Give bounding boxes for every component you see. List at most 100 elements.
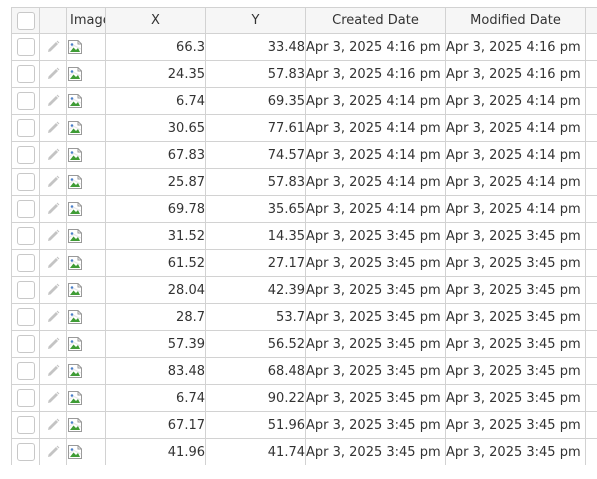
row-edit-cell[interactable] <box>39 195 67 223</box>
table-row[interactable]: 67.83 74.57 Apr 3, 2025 4:14 pm Apr 3, 2… <box>11 141 597 169</box>
pencil-icon[interactable] <box>45 363 61 379</box>
row-image-cell[interactable] <box>66 33 106 61</box>
pencil-icon[interactable] <box>45 336 61 352</box>
row-checkbox[interactable] <box>16 308 35 326</box>
table-row[interactable]: 30.65 77.61 Apr 3, 2025 4:14 pm Apr 3, 2… <box>11 114 597 142</box>
select-all-header[interactable] <box>11 7 40 34</box>
row-checkbox[interactable] <box>16 227 35 245</box>
row-select-cell[interactable] <box>11 60 40 88</box>
pencil-icon[interactable] <box>45 66 61 82</box>
table-row[interactable]: 25.87 57.83 Apr 3, 2025 4:14 pm Apr 3, 2… <box>11 168 597 196</box>
row-image-cell[interactable] <box>66 276 106 304</box>
column-header-y[interactable]: Y <box>205 7 306 34</box>
row-edit-cell[interactable] <box>39 303 67 331</box>
row-checkbox[interactable] <box>16 416 35 434</box>
pencil-icon[interactable] <box>45 282 61 298</box>
row-select-cell[interactable] <box>11 222 40 250</box>
row-edit-cell[interactable] <box>39 384 67 412</box>
table-row[interactable]: 28.7 53.7 Apr 3, 2025 3:45 pm Apr 3, 202… <box>11 303 597 331</box>
row-checkbox[interactable] <box>16 38 35 56</box>
column-header-x[interactable]: X <box>105 7 206 34</box>
row-select-cell[interactable] <box>11 141 40 169</box>
row-edit-cell[interactable] <box>39 438 67 465</box>
row-select-cell[interactable] <box>11 357 40 385</box>
row-image-cell[interactable] <box>66 141 106 169</box>
row-edit-cell[interactable] <box>39 330 67 358</box>
pencil-icon[interactable] <box>45 174 61 190</box>
row-edit-cell[interactable] <box>39 276 67 304</box>
row-edit-cell[interactable] <box>39 60 67 88</box>
row-checkbox[interactable] <box>16 65 35 83</box>
row-checkbox[interactable] <box>16 389 35 407</box>
pencil-icon[interactable] <box>45 390 61 406</box>
column-header-created-date[interactable]: Created Date <box>305 7 446 34</box>
row-select-cell[interactable] <box>11 330 40 358</box>
column-header-image[interactable]: Image <box>66 7 106 34</box>
row-select-cell[interactable] <box>11 411 40 439</box>
row-image-cell[interactable] <box>66 411 106 439</box>
row-image-cell[interactable] <box>66 303 106 331</box>
row-image-cell[interactable] <box>66 330 106 358</box>
pencil-icon[interactable] <box>45 255 61 271</box>
pencil-icon[interactable] <box>45 93 61 109</box>
table-row[interactable]: 61.52 27.17 Apr 3, 2025 3:45 pm Apr 3, 2… <box>11 249 597 277</box>
row-image-cell[interactable] <box>66 384 106 412</box>
row-select-cell[interactable] <box>11 276 40 304</box>
row-edit-cell[interactable] <box>39 168 67 196</box>
pencil-icon[interactable] <box>45 120 61 136</box>
select-all-checkbox[interactable] <box>16 11 35 30</box>
row-select-cell[interactable] <box>11 249 40 277</box>
table-row[interactable]: 24.35 57.83 Apr 3, 2025 4:16 pm Apr 3, 2… <box>11 60 597 88</box>
row-edit-cell[interactable] <box>39 141 67 169</box>
table-row[interactable]: 69.78 35.65 Apr 3, 2025 4:14 pm Apr 3, 2… <box>11 195 597 223</box>
table-row[interactable]: 57.39 56.52 Apr 3, 2025 3:45 pm Apr 3, 2… <box>11 330 597 358</box>
row-select-cell[interactable] <box>11 303 40 331</box>
pencil-icon[interactable] <box>45 417 61 433</box>
pencil-icon[interactable] <box>45 228 61 244</box>
row-image-cell[interactable] <box>66 438 106 465</box>
row-image-cell[interactable] <box>66 114 106 142</box>
pencil-icon[interactable] <box>45 309 61 325</box>
row-checkbox[interactable] <box>16 443 35 461</box>
row-checkbox[interactable] <box>16 281 35 299</box>
table-row[interactable]: 66.3 33.48 Apr 3, 2025 4:16 pm Apr 3, 20… <box>11 33 597 61</box>
row-image-cell[interactable] <box>66 357 106 385</box>
column-header-modified-date[interactable]: Modified Date <box>445 7 586 34</box>
row-select-cell[interactable] <box>11 33 40 61</box>
row-edit-cell[interactable] <box>39 114 67 142</box>
row-checkbox[interactable] <box>16 200 35 218</box>
row-edit-cell[interactable] <box>39 87 67 115</box>
row-image-cell[interactable] <box>66 195 106 223</box>
row-checkbox[interactable] <box>16 362 35 380</box>
row-select-cell[interactable] <box>11 384 40 412</box>
pencil-icon[interactable] <box>45 147 61 163</box>
table-row[interactable]: 6.74 69.35 Apr 3, 2025 4:14 pm Apr 3, 20… <box>11 87 597 115</box>
table-row[interactable]: 41.96 41.74 Apr 3, 2025 3:45 pm Apr 3, 2… <box>11 438 597 465</box>
pencil-icon[interactable] <box>45 201 61 217</box>
row-image-cell[interactable] <box>66 60 106 88</box>
row-checkbox[interactable] <box>16 119 35 137</box>
pencil-icon[interactable] <box>45 39 61 55</box>
row-checkbox[interactable] <box>16 92 35 110</box>
row-checkbox[interactable] <box>16 146 35 164</box>
table-row[interactable]: 28.04 42.39 Apr 3, 2025 3:45 pm Apr 3, 2… <box>11 276 597 304</box>
table-row[interactable]: 83.48 68.48 Apr 3, 2025 3:45 pm Apr 3, 2… <box>11 357 597 385</box>
table-row[interactable]: 6.74 90.22 Apr 3, 2025 3:45 pm Apr 3, 20… <box>11 384 597 412</box>
row-edit-cell[interactable] <box>39 357 67 385</box>
table-row[interactable]: 67.17 51.96 Apr 3, 2025 3:45 pm Apr 3, 2… <box>11 411 597 439</box>
row-checkbox[interactable] <box>16 173 35 191</box>
row-select-cell[interactable] <box>11 438 40 465</box>
row-edit-cell[interactable] <box>39 33 67 61</box>
row-image-cell[interactable] <box>66 87 106 115</box>
row-select-cell[interactable] <box>11 114 40 142</box>
row-checkbox[interactable] <box>16 254 35 272</box>
row-select-cell[interactable] <box>11 195 40 223</box>
row-image-cell[interactable] <box>66 222 106 250</box>
row-select-cell[interactable] <box>11 168 40 196</box>
pencil-icon[interactable] <box>45 444 61 460</box>
row-edit-cell[interactable] <box>39 411 67 439</box>
row-checkbox[interactable] <box>16 335 35 353</box>
row-image-cell[interactable] <box>66 249 106 277</box>
row-edit-cell[interactable] <box>39 249 67 277</box>
table-row[interactable]: 31.52 14.35 Apr 3, 2025 3:45 pm Apr 3, 2… <box>11 222 597 250</box>
